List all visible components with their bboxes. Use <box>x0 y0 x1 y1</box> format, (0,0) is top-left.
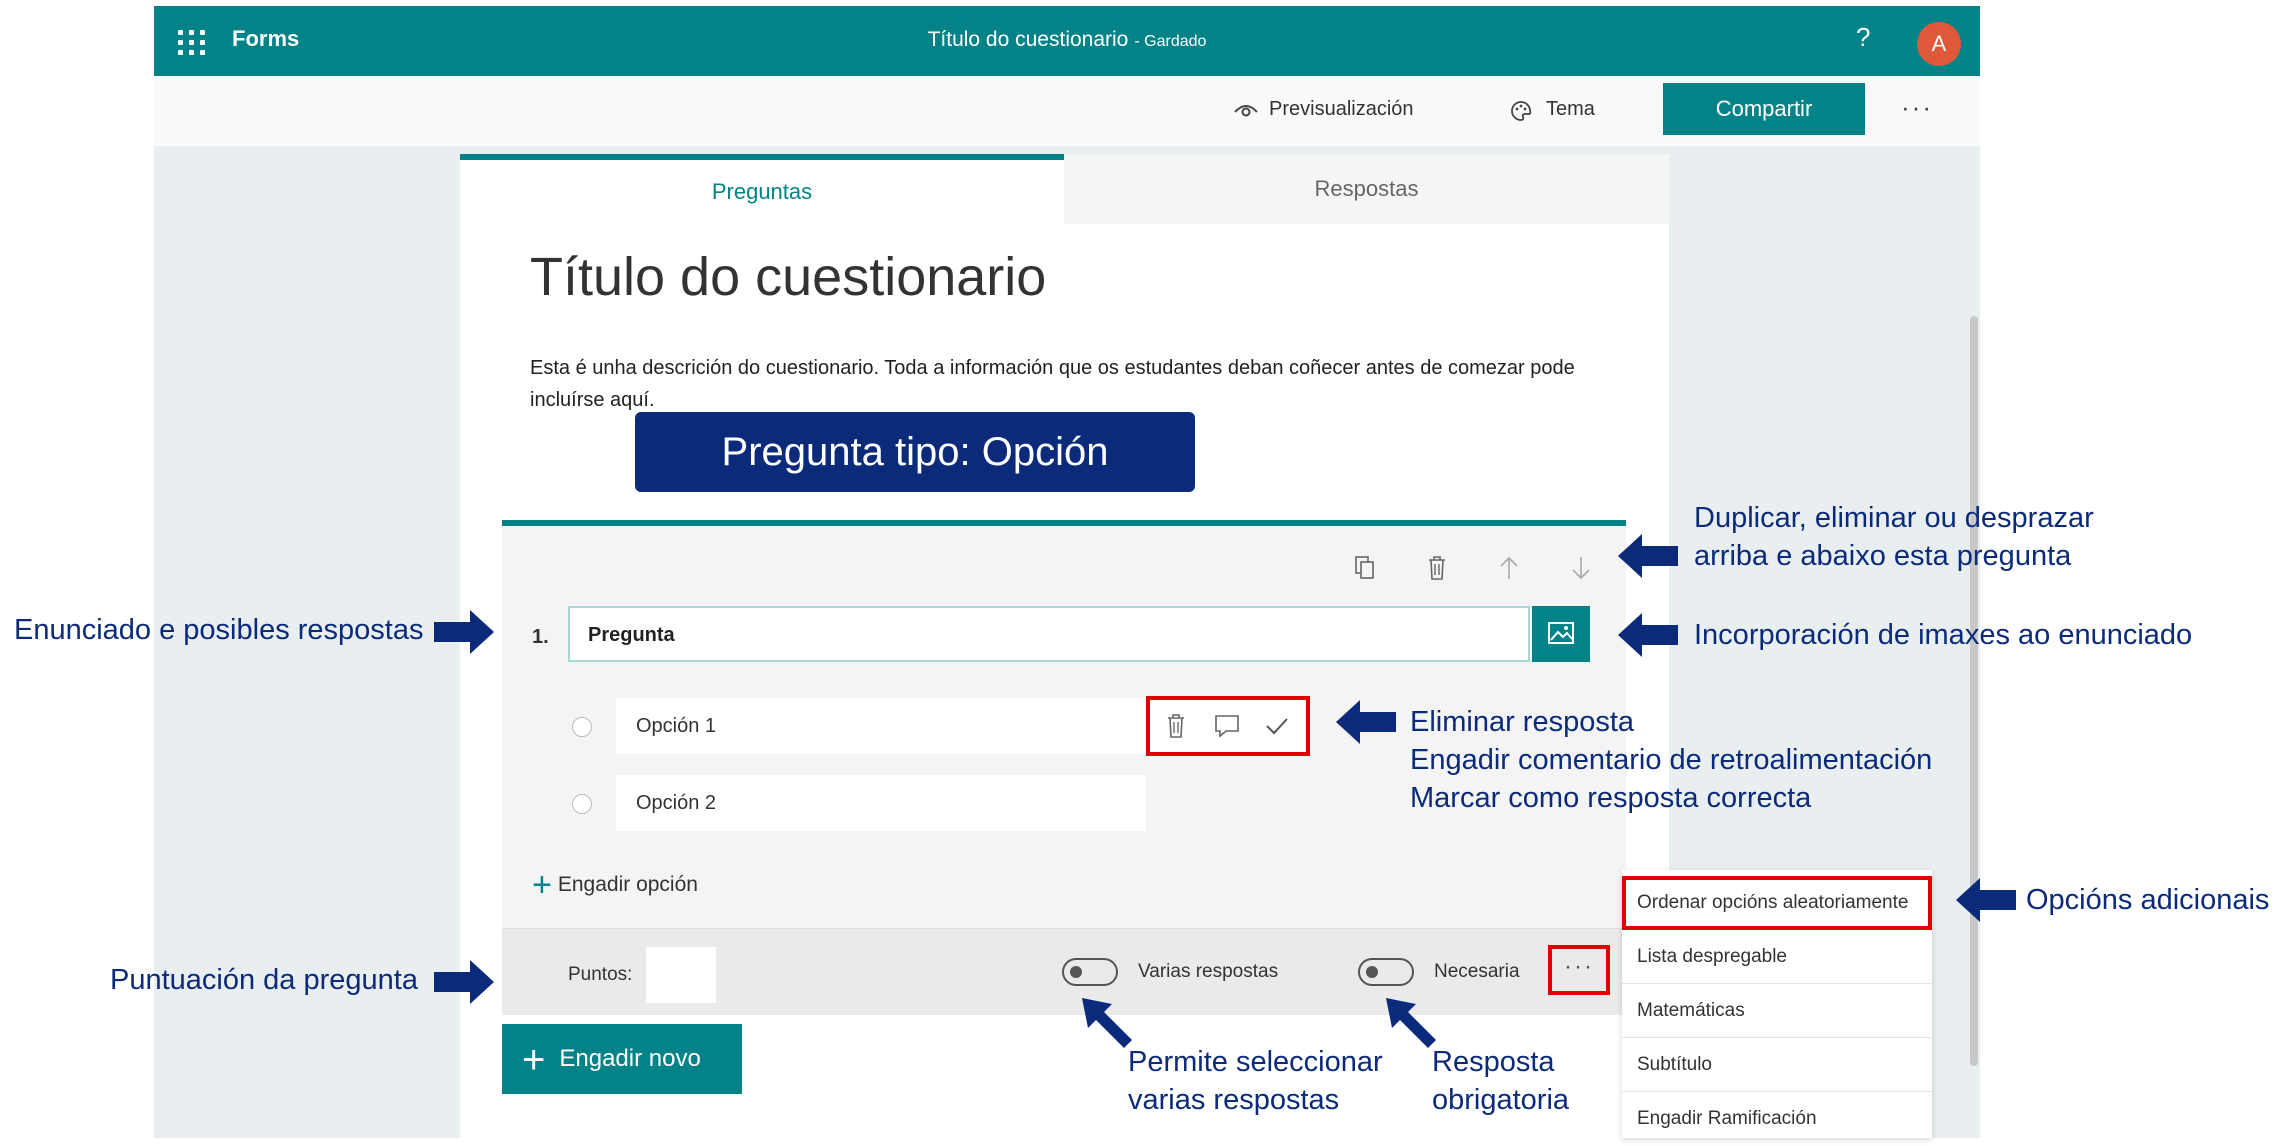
multiple-answers-toggle[interactable] <box>1062 958 1118 986</box>
arrow-left-icon <box>1618 613 1678 657</box>
annotation-score: Puntuación da pregunta <box>110 964 418 996</box>
share-button[interactable]: Compartir <box>1663 83 1865 135</box>
form-description[interactable]: Esta é unha descrición do cuestionario. … <box>530 352 1590 416</box>
copy-icon[interactable] <box>1354 554 1376 582</box>
required-toggle[interactable] <box>1358 958 1414 986</box>
question-type-banner: Pregunta tipo: Opción <box>635 412 1195 492</box>
option-tools <box>1146 696 1310 756</box>
menu-item-math[interactable]: Matemáticas <box>1622 984 1932 1038</box>
document-title-text: Título do cuestionario <box>927 28 1129 51</box>
menu-item-shuffle[interactable]: Ordenar opcións aleatoriamente <box>1622 876 1932 930</box>
question-input[interactable]: Pregunta <box>568 606 1530 662</box>
theme-button[interactable]: Tema <box>1546 98 1595 121</box>
add-option-label: Engadir opción <box>557 873 698 897</box>
save-status: - Gardado <box>1134 33 1207 50</box>
arrow-left-icon <box>1336 700 1396 744</box>
help-icon[interactable]: ? <box>1856 22 1870 53</box>
tab-responses[interactable]: Respostas <box>1064 154 1669 224</box>
option-radio-2[interactable] <box>572 794 592 814</box>
trash-icon[interactable] <box>1166 712 1186 740</box>
annotation-required-1: Resposta <box>1432 1046 1555 1078</box>
annotation-statement: Enunciado e posibles respostas <box>14 614 424 646</box>
add-option-button[interactable]: + Engadir opción <box>532 866 698 905</box>
avatar[interactable]: A <box>1917 22 1961 66</box>
annotation-multiple-2: varias respostas <box>1128 1084 1340 1116</box>
menu-item-dropdown[interactable]: Lista despregable <box>1622 930 1932 984</box>
arrow-down-icon[interactable] <box>1570 554 1592 582</box>
question-footer: Puntos: Varias respostas Necesaria ··· <box>502 928 1626 1015</box>
add-new-label: Engadir novo <box>559 1045 701 1072</box>
document-title: Título do cuestionario - Gardado <box>154 28 1980 52</box>
trash-icon[interactable] <box>1426 554 1448 582</box>
more-options-icon[interactable]: ··· <box>1901 92 1933 123</box>
points-label: Puntos: <box>568 964 633 985</box>
scrollbar[interactable] <box>1970 316 1978 1066</box>
check-icon[interactable] <box>1264 714 1290 738</box>
preview-button[interactable]: Previsualización <box>1269 98 1414 121</box>
arrow-up-icon[interactable] <box>1498 554 1520 582</box>
top-bar: Forms Título do cuestionario - Gardado ? … <box>154 6 1980 76</box>
option-input-1[interactable]: Opción 1 <box>616 698 1146 754</box>
annotation-required-2: obrigatoria <box>1432 1084 1570 1116</box>
annotation-duplicate-1: Duplicar, eliminar ou desprazar <box>1694 502 2094 534</box>
plus-icon: + <box>522 1037 546 1082</box>
option-radio-1[interactable] <box>572 717 592 737</box>
required-label: Necesaria <box>1434 961 1520 982</box>
question-more-button[interactable]: ··· <box>1548 945 1610 995</box>
annotation-multiple-1: Permite seleccionar <box>1128 1046 1383 1078</box>
points-input[interactable] <box>646 947 716 1003</box>
option-input-2[interactable]: Opción 2 <box>616 775 1146 831</box>
add-new-button[interactable]: + Engadir novo <box>502 1024 742 1094</box>
more-options-menu: Ordenar opcións aleatoriamente Lista des… <box>1622 870 1932 1138</box>
annotation-answer-2: Engadir comentario de retroalimentación <box>1410 744 1933 776</box>
tab-questions[interactable]: Preguntas <box>460 154 1064 224</box>
plus-icon: + <box>532 866 552 904</box>
arrow-left-icon <box>1956 878 2016 922</box>
comment-icon[interactable] <box>1214 714 1240 738</box>
annotation-answer-1: Eliminar resposta <box>1410 706 1635 738</box>
multiple-answers-label: Varias respostas <box>1138 961 1279 982</box>
arrow-right-icon <box>434 610 494 654</box>
annotation-answer-3: Marcar como resposta correcta <box>1410 782 1812 814</box>
insert-image-button[interactable] <box>1532 606 1590 662</box>
eye-icon <box>1234 105 1258 117</box>
form-title[interactable]: Título do cuestionario <box>530 246 1046 308</box>
palette-icon <box>1511 101 1532 121</box>
annotation-duplicate-2: arriba e abaixo esta pregunta <box>1694 540 2072 572</box>
arrow-right-icon <box>434 960 494 1004</box>
question-number: 1. <box>532 626 549 648</box>
menu-item-subtitle[interactable]: Subtítulo <box>1622 1038 1932 1092</box>
annotation-images: Incorporación de imaxes ao enunciado <box>1694 619 2193 651</box>
image-icon <box>1548 622 1574 644</box>
arrow-left-icon <box>1618 534 1678 578</box>
annotation-additional: Opcións adicionais <box>2026 884 2270 916</box>
